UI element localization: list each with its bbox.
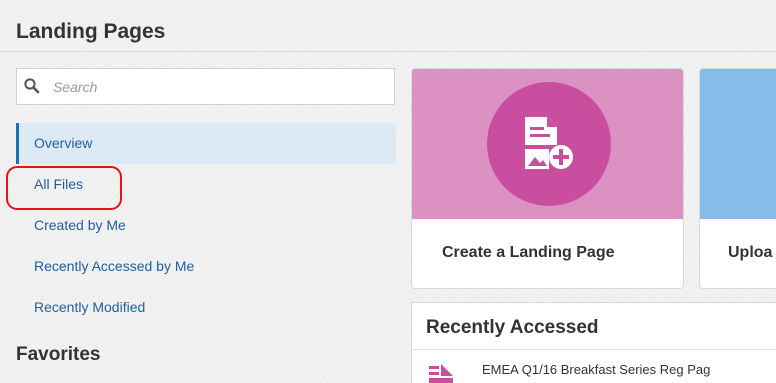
card-banner [700,69,776,219]
sidebar-item-created-by-me[interactable]: Created by Me [16,205,396,246]
upload-card[interactable]: Uploa [699,68,776,289]
sidebar-nav: Overview All Files Created by Me Recentl… [16,123,396,328]
favorites-heading: Favorites [16,344,101,365]
search-input[interactable] [53,77,383,97]
recently-accessed-title: Recently Accessed [426,317,599,338]
card-label-upload: Uploa [728,244,773,261]
landing-page-icon [429,364,453,383]
page-header: Landing Pages [0,0,776,52]
page-title: Landing Pages [16,20,166,43]
sidebar-item-overview[interactable]: Overview [16,123,396,164]
sidebar-item-recently-accessed-by-me[interactable]: Recently Accessed by Me [16,246,396,287]
search-icon [24,78,40,94]
card-label-create-landing-page: Create a Landing Page [442,244,615,261]
recently-accessed-panel: Recently Accessed EMEA Q1/16 Breakfast S… [411,302,776,383]
card-banner [412,69,683,219]
panel-divider [412,349,776,350]
create-landing-page-card[interactable]: Create a Landing Page [411,68,684,289]
search-box[interactable] [16,68,395,105]
create-landing-page-icon [525,117,573,169]
sidebar-item-recently-modified[interactable]: Recently Modified [16,287,396,328]
recent-item-name[interactable]: EMEA Q1/16 Breakfast Series Reg Pag [482,362,710,377]
all-files-highlight-annotation [6,166,122,210]
create-circle [487,82,611,206]
